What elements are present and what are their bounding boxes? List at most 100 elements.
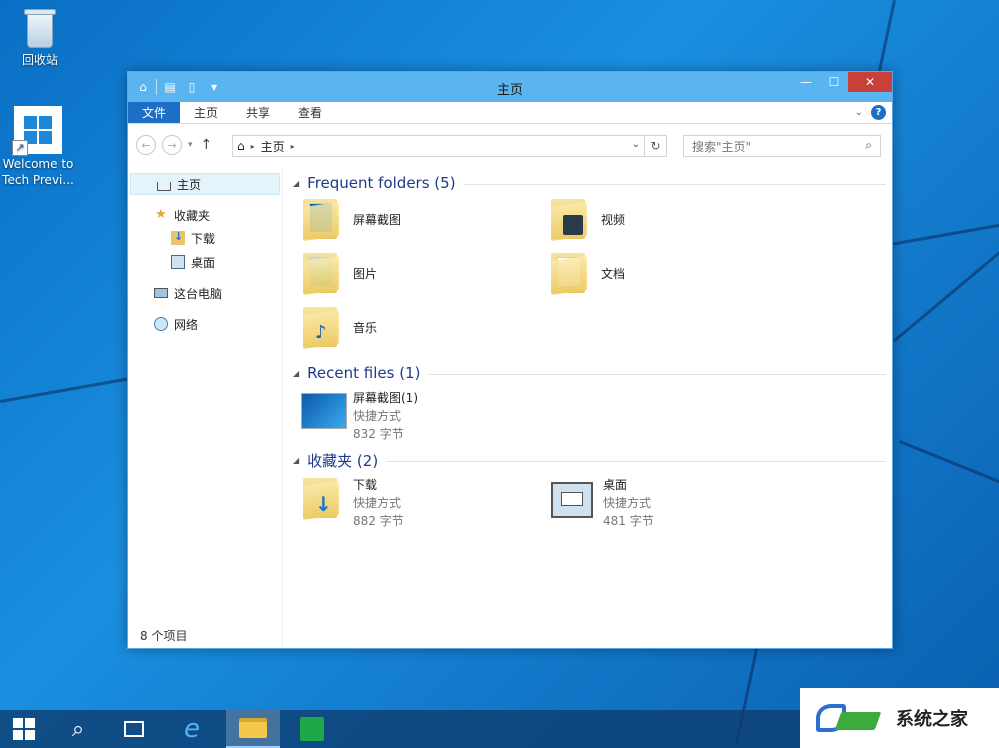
folder-tile-music[interactable]: ♪ 音乐 <box>303 305 543 355</box>
maximize-button[interactable]: ☐ <box>820 72 848 92</box>
videos-folder-icon <box>551 197 587 241</box>
refresh-icon[interactable]: ↻ <box>644 136 666 156</box>
breadcrumb-separator-icon: ▸ <box>250 141 255 151</box>
search-button[interactable]: ⌕ <box>54 710 102 748</box>
sidebar-item-label: 收藏夹 <box>174 208 211 223</box>
favorite-tile-desktop[interactable]: 桌面 快捷方式 481 字节 <box>551 476 791 528</box>
downloads-folder-icon: ↓ <box>303 476 339 520</box>
recent-locations-icon[interactable]: ▾ <box>188 140 193 150</box>
tab-file[interactable]: 文件 <box>128 102 181 123</box>
sidebar-item-favorites[interactable]: ★ 收藏夹 <box>154 204 210 226</box>
tile-name: 音乐 <box>353 321 378 335</box>
status-bar: 8 个项目 <box>128 622 892 648</box>
close-button[interactable]: ✕ <box>848 72 892 92</box>
file-tile-screenshot[interactable]: 屏幕截图(1) 快捷方式 832 字节 <box>301 389 541 441</box>
navigation-bar: ← → ▾ ↑ ⌂ ▸ 主页 ▸ ⌄ ↻ 搜索"主页" ⌕ <box>128 124 892 166</box>
folder-tile-pictures[interactable]: 图片 <box>303 251 543 301</box>
search-icon[interactable]: ⌕ <box>865 138 872 153</box>
help-icon[interactable]: ? <box>871 105 886 120</box>
file-explorer-icon <box>239 718 267 738</box>
screenshots-folder-icon <box>303 197 339 241</box>
tile-name: 屏幕截图(1) <box>353 391 418 405</box>
group-header-recent[interactable]: ◢ Recent files (1) <box>293 363 886 383</box>
sidebar-item-home[interactable]: 主页 <box>130 173 280 195</box>
star-icon: ★ <box>155 207 167 222</box>
tile-type: 快捷方式 <box>603 496 652 510</box>
desktop-icon-recycle-bin[interactable]: 回收站 <box>0 6 80 68</box>
taskbar-internet-explorer[interactable]: e <box>168 710 216 748</box>
tile-name: 下载 <box>353 478 378 492</box>
collapse-triangle-icon[interactable]: ◢ <box>293 179 299 188</box>
expand-ribbon-icon[interactable]: ⌄ <box>855 107 863 118</box>
pictures-folder-icon <box>303 251 339 295</box>
tile-name: 图片 <box>353 267 378 281</box>
title-bar[interactable]: ⌂ ▤ ▯ ▾ 主页 — ☐ ✕ <box>128 72 892 102</box>
sidebar-item-label: 桌面 <box>191 255 216 270</box>
item-count: 8 个项目 <box>140 628 188 643</box>
tile-name: 屏幕截图 <box>353 213 402 227</box>
tab-share[interactable]: 共享 <box>232 102 284 123</box>
breadcrumb-separator-icon[interactable]: ▸ <box>291 142 295 151</box>
windows-logo-icon: ↗ <box>12 106 62 156</box>
group-title: Recent files (1) <box>307 364 421 382</box>
image-thumbnail <box>301 393 347 429</box>
tile-size: 832 字节 <box>353 427 404 441</box>
watermark-logo-icon <box>812 698 888 738</box>
content-pane: ◢ Frequent folders (5) 屏幕截图 视频 图片 文档 ♪ 音… <box>285 167 892 622</box>
sidebar-item-label: 主页 <box>177 177 202 192</box>
sidebar-item-network[interactable]: 网络 <box>154 313 198 335</box>
home-icon: ⌂ <box>237 139 245 153</box>
up-button[interactable]: ↑ <box>201 137 213 153</box>
wallpaper-streak <box>898 440 999 518</box>
sidebar-item-this-pc[interactable]: 这台电脑 <box>154 282 222 304</box>
taskbar-store[interactable] <box>288 710 336 748</box>
collapse-triangle-icon[interactable]: ◢ <box>293 456 299 465</box>
address-dropdown-icon[interactable]: ⌄ <box>632 139 640 150</box>
favorite-tile-downloads[interactable]: ↓ 下载 快捷方式 882 字节 <box>303 476 543 528</box>
folder-tile-documents[interactable]: 文档 <box>551 251 791 301</box>
tab-home[interactable]: 主页 <box>180 102 232 123</box>
music-folder-icon: ♪ <box>303 305 339 349</box>
tile-name: 文档 <box>601 267 626 281</box>
wallpaper-streak <box>893 237 999 343</box>
tab-view[interactable]: 查看 <box>284 102 336 123</box>
breadcrumb-root[interactable]: 主页 <box>261 138 285 155</box>
sidebar-item-desktop[interactable]: 桌面 <box>171 251 215 273</box>
task-view-icon <box>124 721 144 737</box>
back-button[interactable]: ← <box>136 135 156 155</box>
desktop-icon-welcome[interactable]: ↗ Welcome to Tech Previ... <box>0 106 76 188</box>
collapse-triangle-icon[interactable]: ◢ <box>293 369 299 378</box>
window-title: 主页 <box>496 83 523 98</box>
folder-tile-videos[interactable]: 视频 <box>551 197 791 247</box>
desktop-icon-label: Welcome to Tech Previ... <box>2 157 74 187</box>
folder-tile-screenshots[interactable]: 屏幕截图 <box>303 197 543 247</box>
desktop-icon <box>551 482 593 518</box>
network-icon <box>154 317 168 331</box>
sidebar-item-label: 下载 <box>191 231 216 246</box>
search-input[interactable]: 搜索"主页" ⌕ <box>683 135 881 157</box>
windows-logo-icon <box>13 718 35 740</box>
internet-explorer-icon: e <box>184 714 200 744</box>
sidebar-item-downloads[interactable]: 下载 <box>171 227 215 249</box>
desktop-icon-label: 回收站 <box>21 53 58 67</box>
minimize-button[interactable]: — <box>792 72 820 92</box>
downloads-folder-icon <box>171 230 185 245</box>
address-bar[interactable]: ⌂ ▸ 主页 ▸ ⌄ ↻ <box>232 135 667 157</box>
tile-type: 快捷方式 <box>353 496 402 510</box>
task-view-button[interactable] <box>110 710 158 748</box>
tile-name: 桌面 <box>603 478 628 492</box>
forward-button[interactable]: → <box>162 135 182 155</box>
desktop-icon <box>171 255 185 269</box>
watermark: 系统之家 <box>800 688 999 748</box>
search-icon: ⌕ <box>71 716 85 742</box>
tile-size: 481 字节 <box>603 514 654 528</box>
navigation-pane: 主页 ★ 收藏夹 下载 桌面 这台电脑 网络 <box>128 167 283 648</box>
start-button[interactable] <box>0 710 48 748</box>
taskbar-file-explorer[interactable] <box>226 710 280 748</box>
tile-size: 882 字节 <box>353 514 404 528</box>
documents-folder-icon <box>551 251 587 295</box>
group-header-favorites[interactable]: ◢ 收藏夹 (2) <box>293 450 886 470</box>
file-explorer-window: ⌂ ▤ ▯ ▾ 主页 — ☐ ✕ 文件 主页 共享 查看 ⌄ ? ← → ▾ ↑… <box>127 71 893 649</box>
sidebar-item-label: 这台电脑 <box>174 286 223 301</box>
group-header-frequent[interactable]: ◢ Frequent folders (5) <box>293 173 886 193</box>
